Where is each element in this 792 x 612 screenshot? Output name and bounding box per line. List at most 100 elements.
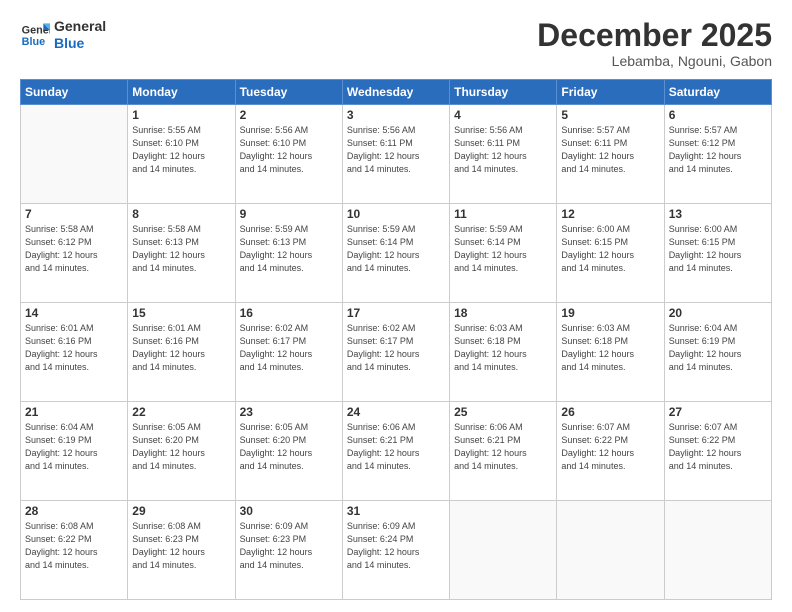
day-number: 2 (240, 108, 338, 122)
calendar-week-3: 14Sunrise: 6:01 AM Sunset: 6:16 PM Dayli… (21, 303, 772, 402)
calendar-week-5: 28Sunrise: 6:08 AM Sunset: 6:22 PM Dayli… (21, 501, 772, 600)
day-info: Sunrise: 6:04 AM Sunset: 6:19 PM Dayligh… (669, 322, 767, 374)
day-info: Sunrise: 6:03 AM Sunset: 6:18 PM Dayligh… (561, 322, 659, 374)
calendar-cell: 10 Sunrise: 5:59 AM Sunset: 6:14 PM Dayli… (342, 204, 449, 303)
calendar-cell: 27 Sunrise: 6:07 AM Sunset: 6:22 PM Dayli… (664, 402, 771, 501)
calendar-table: SundayMondayTuesdayWednesdayThursdayFrid… (20, 79, 772, 600)
calendar-cell (557, 501, 664, 600)
day-number: 27 (669, 405, 767, 419)
calendar-week-4: 21 Sunrise: 6:04 AM Sunset: 6:19 PM Dayli… (21, 402, 772, 501)
day-number: 29 (132, 504, 230, 518)
day-number: 31 (347, 504, 445, 518)
calendar-cell: 3 Sunrise: 5:56 AM Sunset: 6:11 PM Daylig… (342, 105, 449, 204)
day-info: Sunrise: 6:01 AM Sunset: 6:16 PM Dayligh… (132, 322, 230, 374)
day-info: Sunrise: 6:08 AM Sunset: 6:23 PM Dayligh… (132, 520, 230, 572)
calendar-cell: 15Sunrise: 6:01 AM Sunset: 6:16 PM Dayli… (128, 303, 235, 402)
calendar-cell: 17 Sunrise: 6:02 AM Sunset: 6:17 PM Dayli… (342, 303, 449, 402)
day-info: Sunrise: 5:56 AM Sunset: 6:11 PM Dayligh… (454, 124, 552, 176)
day-info: Sunrise: 5:56 AM Sunset: 6:11 PM Dayligh… (347, 124, 445, 176)
day-info: Sunrise: 6:09 AM Sunset: 6:24 PM Dayligh… (347, 520, 445, 572)
weekday-header-thursday: Thursday (450, 80, 557, 105)
calendar-cell: 25 Sunrise: 6:06 AM Sunset: 6:21 PM Dayli… (450, 402, 557, 501)
day-number: 23 (240, 405, 338, 419)
day-info: Sunrise: 6:07 AM Sunset: 6:22 PM Dayligh… (561, 421, 659, 473)
day-number: 3 (347, 108, 445, 122)
calendar-cell: 28Sunrise: 6:08 AM Sunset: 6:22 PM Dayli… (21, 501, 128, 600)
day-number: 18 (454, 306, 552, 320)
day-number: 4 (454, 108, 552, 122)
calendar-cell: 21 Sunrise: 6:04 AM Sunset: 6:19 PM Dayli… (21, 402, 128, 501)
calendar-cell: 6Sunrise: 5:57 AM Sunset: 6:12 PM Daylig… (664, 105, 771, 204)
day-info: Sunrise: 6:00 AM Sunset: 6:15 PM Dayligh… (561, 223, 659, 275)
calendar-cell: 4 Sunrise: 5:56 AM Sunset: 6:11 PM Daylig… (450, 105, 557, 204)
day-number: 26 (561, 405, 659, 419)
calendar-week-2: 7 Sunrise: 5:58 AM Sunset: 6:12 PM Daylig… (21, 204, 772, 303)
day-number: 19 (561, 306, 659, 320)
day-number: 30 (240, 504, 338, 518)
day-number: 13 (669, 207, 767, 221)
day-info: Sunrise: 5:58 AM Sunset: 6:13 PM Dayligh… (132, 223, 230, 275)
day-info: Sunrise: 6:04 AM Sunset: 6:19 PM Dayligh… (25, 421, 123, 473)
logo-line1: General (54, 18, 106, 35)
day-info: Sunrise: 6:02 AM Sunset: 6:17 PM Dayligh… (347, 322, 445, 374)
day-number: 1 (132, 108, 230, 122)
day-number: 7 (25, 207, 123, 221)
day-info: Sunrise: 6:05 AM Sunset: 6:20 PM Dayligh… (240, 421, 338, 473)
calendar-cell: 13Sunrise: 6:00 AM Sunset: 6:15 PM Dayli… (664, 204, 771, 303)
header: General Blue General Blue December 2025 … (20, 18, 772, 69)
day-number: 20 (669, 306, 767, 320)
month-title: December 2025 (537, 18, 772, 53)
day-number: 8 (132, 207, 230, 221)
day-number: 10 (347, 207, 445, 221)
day-info: Sunrise: 5:58 AM Sunset: 6:12 PM Dayligh… (25, 223, 123, 275)
day-info: Sunrise: 5:57 AM Sunset: 6:11 PM Dayligh… (561, 124, 659, 176)
page: General Blue General Blue December 2025 … (0, 0, 792, 612)
day-number: 22 (132, 405, 230, 419)
day-number: 28 (25, 504, 123, 518)
day-info: Sunrise: 6:06 AM Sunset: 6:21 PM Dayligh… (454, 421, 552, 473)
weekday-header-wednesday: Wednesday (342, 80, 449, 105)
calendar-cell: 31 Sunrise: 6:09 AM Sunset: 6:24 PM Dayli… (342, 501, 449, 600)
day-info: Sunrise: 6:09 AM Sunset: 6:23 PM Dayligh… (240, 520, 338, 572)
calendar-cell: 1 Sunrise: 5:55 AM Sunset: 6:10 PM Daylig… (128, 105, 235, 204)
day-number: 25 (454, 405, 552, 419)
calendar-cell: 23 Sunrise: 6:05 AM Sunset: 6:20 PM Dayli… (235, 402, 342, 501)
title-block: December 2025 Lebamba, Ngouni, Gabon (537, 18, 772, 69)
day-info: Sunrise: 6:03 AM Sunset: 6:18 PM Dayligh… (454, 322, 552, 374)
calendar-cell: 19 Sunrise: 6:03 AM Sunset: 6:18 PM Dayli… (557, 303, 664, 402)
day-number: 16 (240, 306, 338, 320)
day-info: Sunrise: 5:59 AM Sunset: 6:13 PM Dayligh… (240, 223, 338, 275)
day-number: 17 (347, 306, 445, 320)
svg-text:Blue: Blue (22, 36, 45, 48)
calendar-cell: 18 Sunrise: 6:03 AM Sunset: 6:18 PM Dayli… (450, 303, 557, 402)
day-info: Sunrise: 5:57 AM Sunset: 6:12 PM Dayligh… (669, 124, 767, 176)
calendar-week-1: 1 Sunrise: 5:55 AM Sunset: 6:10 PM Daylig… (21, 105, 772, 204)
logo-line2: Blue (54, 35, 106, 52)
calendar-cell (450, 501, 557, 600)
calendar-cell: 11Sunrise: 5:59 AM Sunset: 6:14 PM Dayli… (450, 204, 557, 303)
weekday-header-row: SundayMondayTuesdayWednesdayThursdayFrid… (21, 80, 772, 105)
calendar-cell: 8 Sunrise: 5:58 AM Sunset: 6:13 PM Daylig… (128, 204, 235, 303)
weekday-header-tuesday: Tuesday (235, 80, 342, 105)
day-info: Sunrise: 6:01 AM Sunset: 6:16 PM Dayligh… (25, 322, 123, 374)
calendar-cell: 30 Sunrise: 6:09 AM Sunset: 6:23 PM Dayli… (235, 501, 342, 600)
day-number: 5 (561, 108, 659, 122)
logo: General Blue General Blue (20, 18, 106, 52)
calendar-cell: 24 Sunrise: 6:06 AM Sunset: 6:21 PM Dayli… (342, 402, 449, 501)
logo-icon: General Blue (20, 20, 50, 50)
day-info: Sunrise: 5:59 AM Sunset: 6:14 PM Dayligh… (454, 223, 552, 275)
calendar-cell: 16Sunrise: 6:02 AM Sunset: 6:17 PM Dayli… (235, 303, 342, 402)
calendar-cell: 14Sunrise: 6:01 AM Sunset: 6:16 PM Dayli… (21, 303, 128, 402)
day-info: Sunrise: 5:59 AM Sunset: 6:14 PM Dayligh… (347, 223, 445, 275)
day-number: 21 (25, 405, 123, 419)
calendar-cell: 20 Sunrise: 6:04 AM Sunset: 6:19 PM Dayli… (664, 303, 771, 402)
day-info: Sunrise: 6:06 AM Sunset: 6:21 PM Dayligh… (347, 421, 445, 473)
calendar-cell: 26 Sunrise: 6:07 AM Sunset: 6:22 PM Dayli… (557, 402, 664, 501)
calendar-cell: 29 Sunrise: 6:08 AM Sunset: 6:23 PM Dayli… (128, 501, 235, 600)
calendar-cell: 2Sunrise: 5:56 AM Sunset: 6:10 PM Daylig… (235, 105, 342, 204)
calendar-cell: 7 Sunrise: 5:58 AM Sunset: 6:12 PM Daylig… (21, 204, 128, 303)
weekday-header-monday: Monday (128, 80, 235, 105)
day-number: 24 (347, 405, 445, 419)
day-info: Sunrise: 6:07 AM Sunset: 6:22 PM Dayligh… (669, 421, 767, 473)
day-info: Sunrise: 5:55 AM Sunset: 6:10 PM Dayligh… (132, 124, 230, 176)
